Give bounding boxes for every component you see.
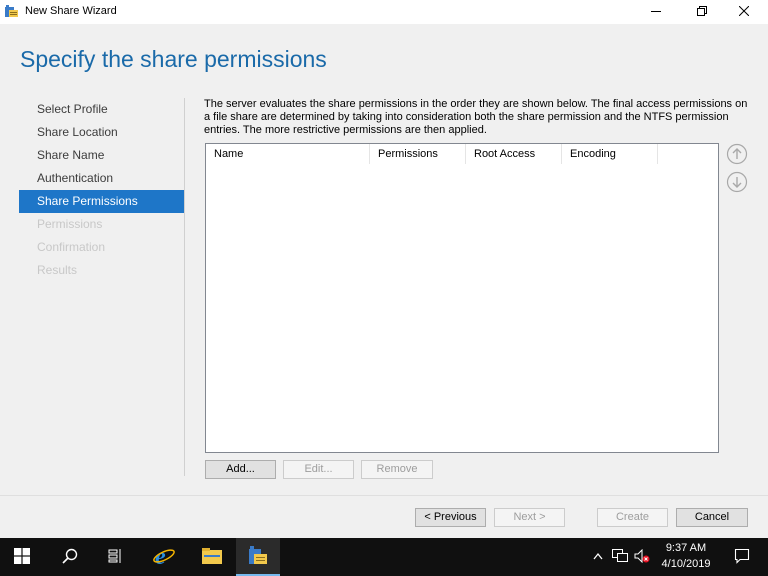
- task-view-icon: [108, 548, 124, 567]
- volume-muted-icon: [634, 548, 650, 566]
- clock-date: 4/10/2019: [661, 558, 711, 570]
- column-header-encoding[interactable]: Encoding: [562, 144, 658, 164]
- network-icon: [612, 548, 628, 566]
- action-center-button[interactable]: [722, 538, 762, 576]
- remove-button[interactable]: Remove: [361, 460, 433, 479]
- nav-item-select-profile[interactable]: Select Profile: [19, 98, 184, 121]
- maximize-button[interactable]: [679, 0, 725, 24]
- chevron-up-icon: [593, 551, 603, 563]
- windows-logo-icon: [14, 547, 30, 567]
- show-hidden-icons-button[interactable]: [588, 538, 608, 576]
- move-down-button[interactable]: [726, 171, 748, 193]
- restore-icon: [697, 5, 707, 19]
- arrow-up-circle-icon: [726, 143, 748, 168]
- file-explorer-icon: [202, 547, 222, 568]
- nav-item-results: Results: [37, 263, 78, 277]
- close-button[interactable]: [721, 0, 767, 24]
- window-title: New Share Wizard: [25, 5, 117, 17]
- share-wizard-taskbar-button[interactable]: [236, 538, 280, 576]
- nav-item-permissions: Permissions: [37, 217, 103, 231]
- add-button[interactable]: Add...: [205, 460, 276, 479]
- share-permissions-list[interactable]: Name Permissions Root Access Encoding: [205, 143, 719, 453]
- system-clock[interactable]: 9:37 AM 4/10/2019: [654, 540, 718, 572]
- column-header-permissions[interactable]: Permissions: [370, 144, 466, 164]
- close-icon: [738, 5, 750, 19]
- nav-item-authentication[interactable]: Authentication: [19, 167, 184, 190]
- minimize-icon: [651, 6, 661, 19]
- nav-item-share-location[interactable]: Share Location: [19, 121, 184, 144]
- volume-button[interactable]: [632, 538, 652, 576]
- task-view-button[interactable]: [94, 538, 138, 576]
- minimize-button[interactable]: [633, 0, 679, 24]
- network-button[interactable]: [610, 538, 630, 576]
- list-header: Name Permissions Root Access Encoding: [206, 144, 718, 164]
- internet-explorer-button[interactable]: e: [142, 538, 186, 576]
- search-icon: [62, 548, 78, 567]
- new-share-wizard-window: New Share Wizard Specify the share permi…: [0, 0, 768, 538]
- arrow-down-circle-icon: [726, 171, 748, 196]
- file-explorer-button[interactable]: [190, 538, 234, 576]
- start-button[interactable]: [0, 538, 44, 576]
- previous-button[interactable]: < Previous: [415, 508, 486, 527]
- move-up-button[interactable]: [726, 143, 748, 165]
- column-header-name[interactable]: Name: [206, 144, 370, 164]
- nav-item-share-name[interactable]: Share Name: [19, 144, 184, 167]
- clock-time: 9:37 AM: [665, 542, 707, 554]
- create-button[interactable]: Create: [597, 508, 668, 527]
- next-button[interactable]: Next >: [494, 508, 565, 527]
- internet-explorer-icon: e: [152, 544, 176, 570]
- nav-item-confirmation: Confirmation: [37, 240, 106, 254]
- permissions-description: The server evaluates the share permissio…: [204, 98, 748, 136]
- share-wizard-icon: [248, 545, 268, 569]
- edit-button[interactable]: Edit...: [283, 460, 354, 479]
- cancel-button[interactable]: Cancel: [676, 508, 748, 527]
- taskbar: e: [0, 538, 768, 576]
- share-wizard-icon: [5, 5, 19, 18]
- search-button[interactable]: [48, 538, 92, 576]
- title-bar: New Share Wizard: [0, 0, 768, 24]
- column-header-root-access[interactable]: Root Access: [466, 144, 562, 164]
- page-heading: Specify the share permissions: [20, 46, 327, 72]
- notification-icon: [734, 548, 750, 567]
- nav-item-share-permissions[interactable]: Share Permissions: [19, 190, 184, 213]
- nav-divider: [184, 98, 185, 476]
- wizard-step-nav: Select Profile Share Location Share Name…: [19, 98, 184, 282]
